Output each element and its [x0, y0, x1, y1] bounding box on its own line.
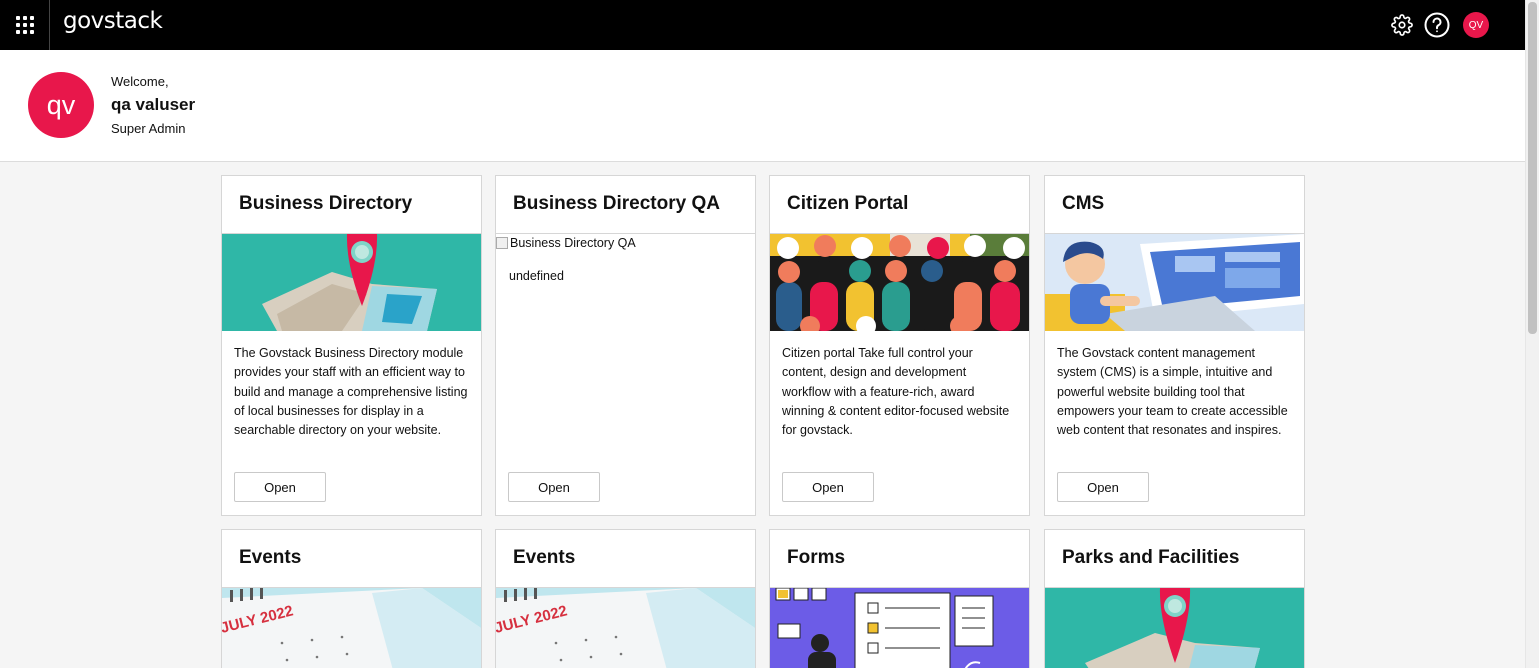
- user-role: Super Admin: [111, 121, 186, 136]
- app-launcher-button[interactable]: [0, 0, 50, 50]
- calendar-illustration: JULY 2022: [222, 588, 481, 668]
- govstack-logo[interactable]: govstack: [63, 8, 163, 34]
- settings-button[interactable]: [1389, 12, 1415, 38]
- app-card-cms: CMS The Govstack content management syst…: [1044, 175, 1305, 516]
- map-pin-illustration: [222, 234, 481, 331]
- card-title: Forms: [787, 547, 846, 568]
- card-description: The Govstack Business Directory module p…: [234, 346, 468, 438]
- profile-avatar: qv: [28, 72, 94, 138]
- user-name: qa valuser: [111, 95, 196, 114]
- user-avatar-button[interactable]: QV: [1463, 12, 1489, 38]
- app-card-forms: Forms: [769, 529, 1030, 668]
- card-title: Citizen Portal: [787, 193, 909, 214]
- app-card-business-directory-qa: Business Directory QA Business Directory…: [495, 175, 756, 516]
- open-button[interactable]: Open: [782, 472, 874, 502]
- card-title: Business Directory QA: [513, 193, 720, 214]
- person-at-computer-illustration: [1045, 234, 1304, 331]
- scrollbar-thumb[interactable]: [1528, 2, 1537, 334]
- open-button[interactable]: Open: [1057, 472, 1149, 502]
- app-card-business-directory: Business Directory The Govstack Business…: [221, 175, 482, 516]
- help-button[interactable]: [1424, 12, 1450, 38]
- top-navigation-bar: govstack QV: [0, 0, 1525, 50]
- app-card-parks-and-facilities: Parks and Facilities: [1044, 529, 1305, 668]
- map-pin-illustration: [1045, 588, 1304, 668]
- welcome-banner: qv Welcome, qa valuser Super Admin: [0, 50, 1525, 162]
- card-description: Citizen portal Take full control your co…: [782, 346, 1010, 438]
- forms-illustration: [770, 588, 1029, 668]
- card-title: Business Directory: [239, 193, 413, 214]
- open-button[interactable]: Open: [508, 472, 600, 502]
- grid-icon: [15, 16, 34, 34]
- card-title: Events: [239, 547, 302, 568]
- app-card-events-2: Events JULY 2022: [495, 529, 756, 668]
- question-mark-icon: [1424, 12, 1450, 38]
- broken-image: Business Directory QA undefined: [496, 234, 755, 331]
- card-description: undefined: [509, 269, 564, 283]
- welcome-greeting: Welcome,: [111, 74, 169, 89]
- card-title: Parks and Facilities: [1062, 547, 1240, 568]
- broken-image-icon: [496, 237, 508, 249]
- card-title: Events: [513, 547, 576, 568]
- image-alt-text: Business Directory QA: [510, 236, 636, 250]
- calendar-illustration: JULY 2022: [496, 588, 755, 668]
- app-card-events: Events JULY 2022: [221, 529, 482, 668]
- app-card-citizen-portal: Citizen Portal Citizen portal Take full …: [769, 175, 1030, 516]
- people-silhouettes-illustration: [770, 234, 1029, 331]
- gear-icon: [1391, 14, 1413, 36]
- card-title: CMS: [1062, 193, 1105, 214]
- card-description: The Govstack content management system (…: [1057, 346, 1288, 438]
- open-button[interactable]: Open: [234, 472, 326, 502]
